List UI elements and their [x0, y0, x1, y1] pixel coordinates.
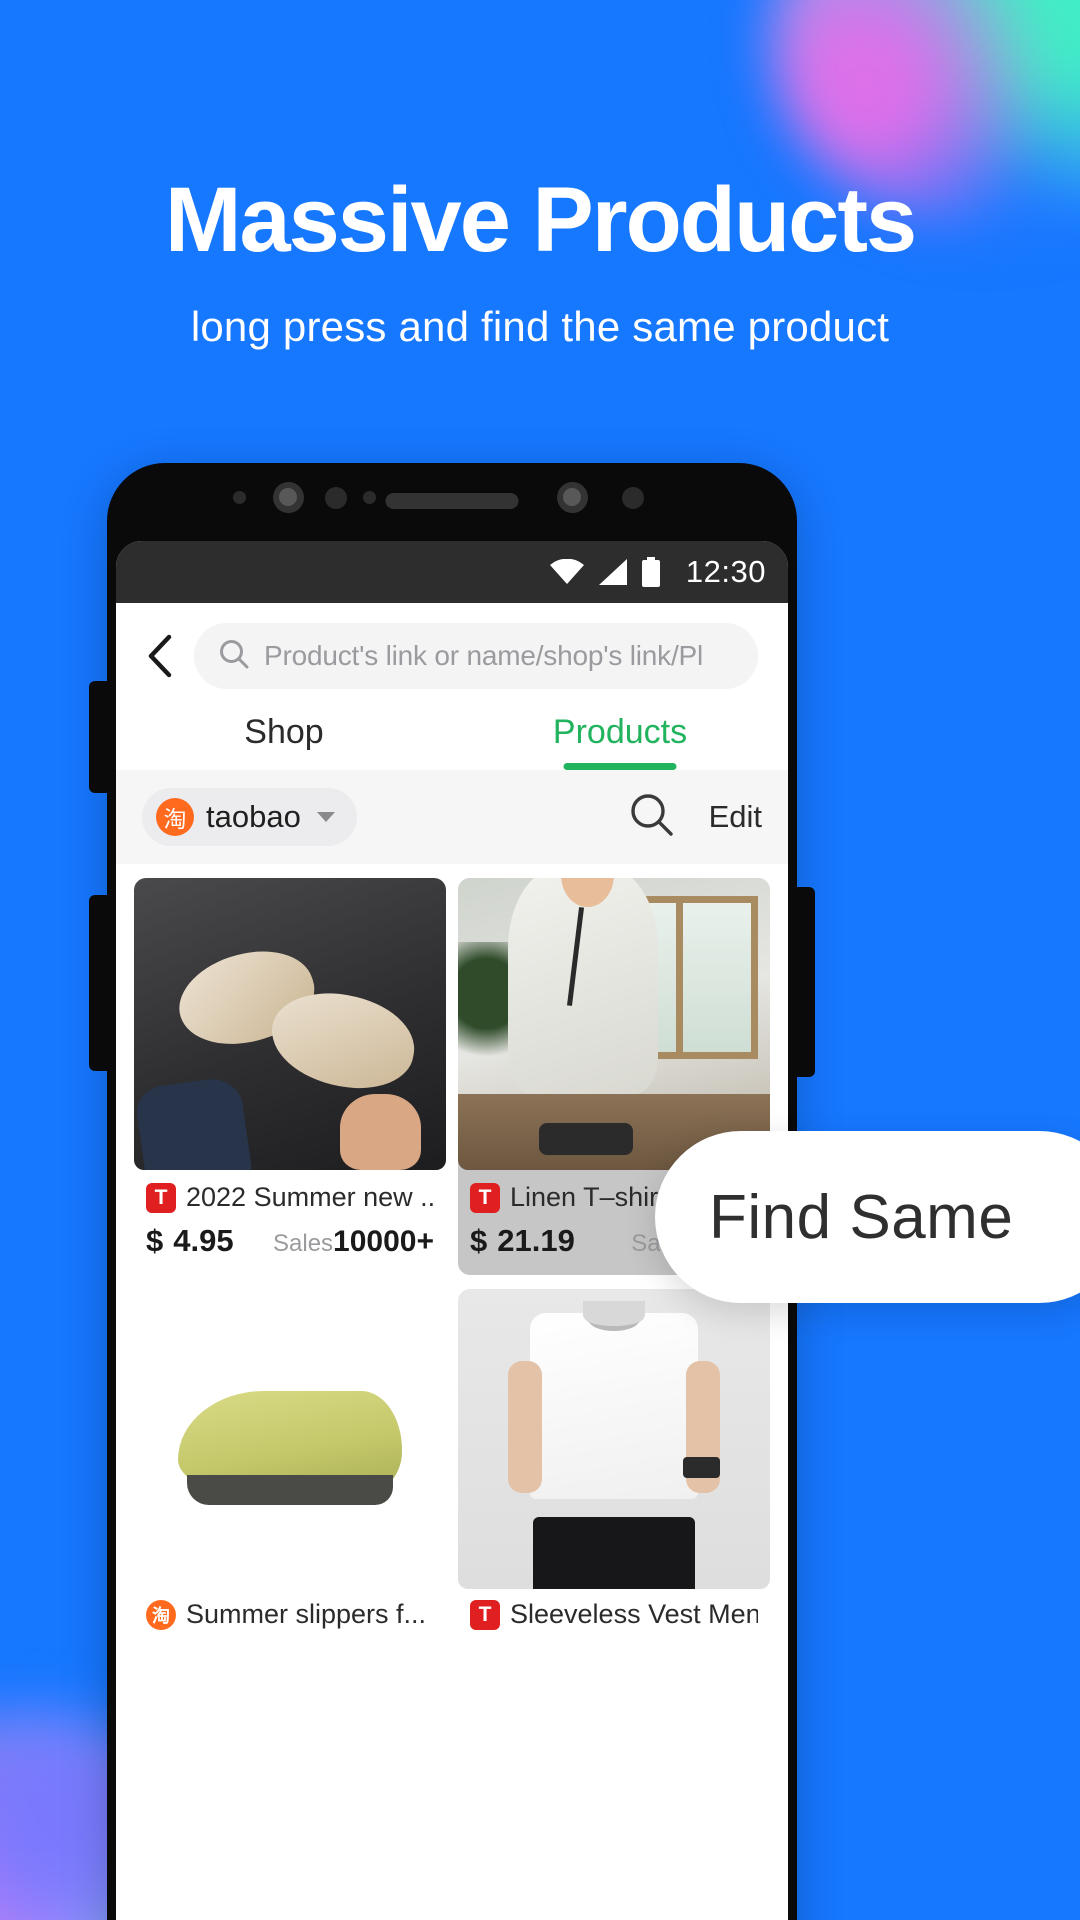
sensor-dot-icon [363, 491, 376, 504]
front-camera-icon [273, 482, 304, 513]
tab-shop[interactable]: Shop [116, 713, 452, 770]
product-price: 21.19 [497, 1223, 575, 1258]
product-card[interactable]: T 2022 Summer new ... $ 4.95 Sales 10000… [134, 878, 446, 1275]
tab-active-indicator [563, 763, 677, 770]
phone-top-bezel [107, 463, 797, 541]
product-title-row: 淘 Summer slippers f... [134, 1589, 446, 1630]
tab-bar: Shop Products [116, 703, 788, 770]
filter-bar: 淘 taobao Edit [116, 770, 788, 864]
battery-icon [641, 557, 661, 587]
search-placeholder: Product's link or name/shop's link/Pl [264, 640, 704, 671]
product-currency: $ [470, 1223, 488, 1258]
product-title: Summer slippers f... [186, 1599, 427, 1629]
find-same-label: Find Same [709, 1182, 1014, 1252]
back-chevron-icon[interactable] [142, 633, 178, 679]
product-sales: Sales 10000+ [273, 1225, 434, 1259]
edit-button[interactable]: Edit [709, 799, 762, 835]
sensor-icon [622, 487, 644, 509]
platform-label: taobao [206, 799, 301, 834]
sensor-icon [325, 487, 347, 509]
product-meta: T 2022 Summer new ... $ 4.95 Sales 10000… [134, 1170, 446, 1275]
product-image-white-vest [458, 1289, 770, 1589]
phone-button-left-upper [89, 681, 109, 793]
tab-products[interactable]: Products [452, 713, 788, 770]
product-image-slide-sandal [134, 1289, 446, 1589]
search-icon [218, 638, 250, 675]
product-grid-row-2: 淘 Summer slippers f... T Sleeveless Vest… [134, 1289, 770, 1630]
search-input[interactable]: Product's link or name/shop's link/Pl [194, 623, 758, 689]
product-image-sneakers [134, 878, 446, 1170]
product-price: 4.95 [173, 1223, 234, 1258]
hero-section: Massive Products long press and find the… [0, 0, 1080, 351]
product-card[interactable]: T Sleeveless Vest Men's [458, 1289, 770, 1630]
tab-products-label: Products [552, 713, 688, 751]
status-time: 12:30 [685, 554, 766, 589]
taobao-t-badge-icon: T [470, 1182, 500, 1213]
product-price-row: $ 4.95 Sales 10000+ [146, 1223, 434, 1259]
phone-button-right [795, 887, 815, 1077]
sales-value: 10000+ [333, 1225, 434, 1258]
page-subtitle: long press and find the same product [190, 302, 890, 350]
chevron-down-icon [316, 812, 335, 822]
tab-shop-label: Shop [244, 713, 324, 751]
product-title-row: T 2022 Summer new ... [146, 1182, 434, 1213]
product-title: Sleeveless Vest Men's [510, 1599, 758, 1629]
product-image-linen-tshirt [458, 878, 770, 1170]
sensor-dot-icon [233, 491, 246, 504]
product-title: 2022 Summer new ... [186, 1182, 434, 1212]
taobao-logo-icon: 淘 [156, 798, 194, 836]
platform-selector-taobao[interactable]: 淘 taobao [142, 788, 357, 846]
status-bar: 12:30 [116, 541, 788, 603]
find-same-tooltip[interactable]: Find Same [655, 1131, 1080, 1303]
front-camera-secondary-icon [557, 482, 588, 513]
product-title-row: T Sleeveless Vest Men's [458, 1589, 770, 1630]
wifi-icon [549, 559, 585, 585]
product-currency: $ [146, 1223, 164, 1258]
product-card[interactable]: 淘 Summer slippers f... [134, 1289, 446, 1630]
signal-icon [598, 559, 628, 585]
taobao-circle-badge-icon: 淘 [146, 1599, 176, 1630]
taobao-t-badge-icon: T [146, 1182, 176, 1213]
taobao-t-badge-icon: T [470, 1599, 500, 1630]
sales-label: Sales [273, 1230, 334, 1257]
page-title: Massive Products [164, 169, 917, 271]
phone-button-left-lower [89, 895, 109, 1071]
earpiece-speaker [385, 493, 519, 509]
search-header: Product's link or name/shop's link/Pl [116, 603, 788, 703]
search-icon[interactable] [629, 792, 675, 843]
